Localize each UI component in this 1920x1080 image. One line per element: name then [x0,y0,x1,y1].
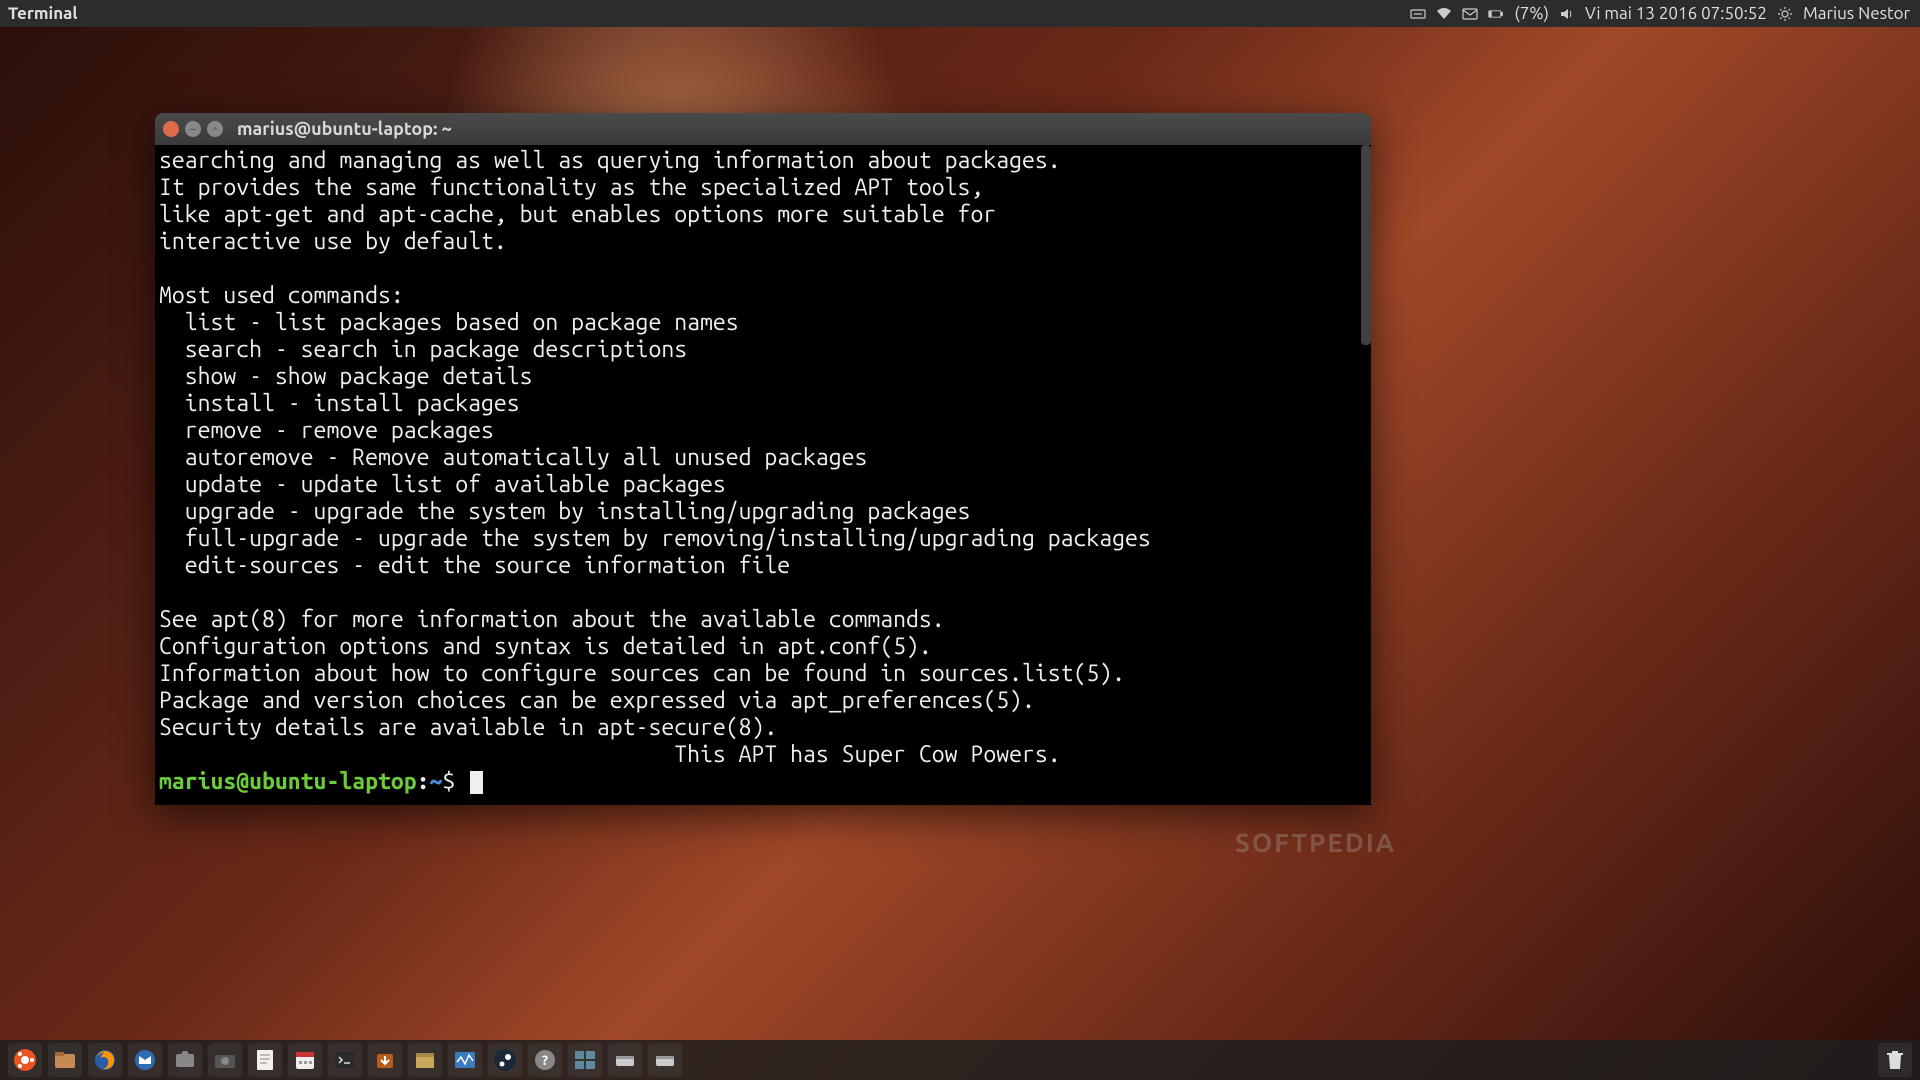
svg-text:?: ? [542,1052,548,1068]
firefox-icon[interactable] [88,1043,122,1077]
text-editor-icon[interactable] [248,1043,282,1077]
scrollbar[interactable] [1361,145,1371,345]
help-icon[interactable]: ? [528,1043,562,1077]
datetime[interactable]: Vi mai 13 2016 07:50:52 [1585,4,1767,23]
prompt-user-host: marius@ubuntu-laptop [159,769,417,794]
workspace-icon[interactable] [568,1043,602,1077]
camera-icon[interactable] [208,1043,242,1077]
steam-icon[interactable] [488,1043,522,1077]
start-menu-icon[interactable] [8,1043,42,1077]
screenshot-icon[interactable] [168,1043,202,1077]
prompt-symbol: $ [442,769,455,794]
mail-icon[interactable] [1462,6,1478,22]
keyboard-layout-icon[interactable] [1410,6,1426,22]
volume-icon[interactable] [1559,6,1575,22]
terminal-titlebar[interactable]: ‒ ▫ marius@ubuntu-laptop: ~ [155,113,1371,145]
calendar-icon[interactable] [288,1043,322,1077]
terminal-window: ‒ ▫ marius@ubuntu-laptop: ~ searching an… [155,113,1371,805]
files-icon[interactable] [48,1043,82,1077]
active-app-name[interactable]: Terminal [0,4,78,23]
trash-icon[interactable] [1878,1043,1912,1077]
maximize-button[interactable]: ▫ [207,121,223,137]
cursor [470,771,483,794]
watermark: SOFTPEDIA [1235,828,1396,857]
battery-icon[interactable] [1488,6,1504,22]
system-monitor-icon[interactable] [448,1043,482,1077]
close-button[interactable] [163,121,179,137]
minimize-button[interactable]: ‒ [185,121,201,137]
session-gear-icon[interactable] [1777,6,1793,22]
terminal-output[interactable]: searching and managing as well as queryi… [155,145,1371,805]
battery-percent: (7%) [1514,4,1549,23]
archive-icon[interactable] [408,1043,442,1077]
removable-disk-icon[interactable] [608,1043,642,1077]
wifi-icon[interactable] [1436,6,1452,22]
top-panel: Terminal (7%) Vi mai 13 2016 07:50:52 Ma… [0,0,1920,27]
prompt-path: ~ [430,769,443,794]
window-title: marius@ubuntu-laptop: ~ [237,119,452,139]
user-name[interactable]: Marius Nestor [1803,4,1910,23]
bottom-panel: ? [0,1040,1920,1080]
software-updater-icon[interactable] [368,1043,402,1077]
removable-disk-icon[interactable] [648,1043,682,1077]
terminal-icon[interactable] [328,1043,362,1077]
thunderbird-icon[interactable] [128,1043,162,1077]
